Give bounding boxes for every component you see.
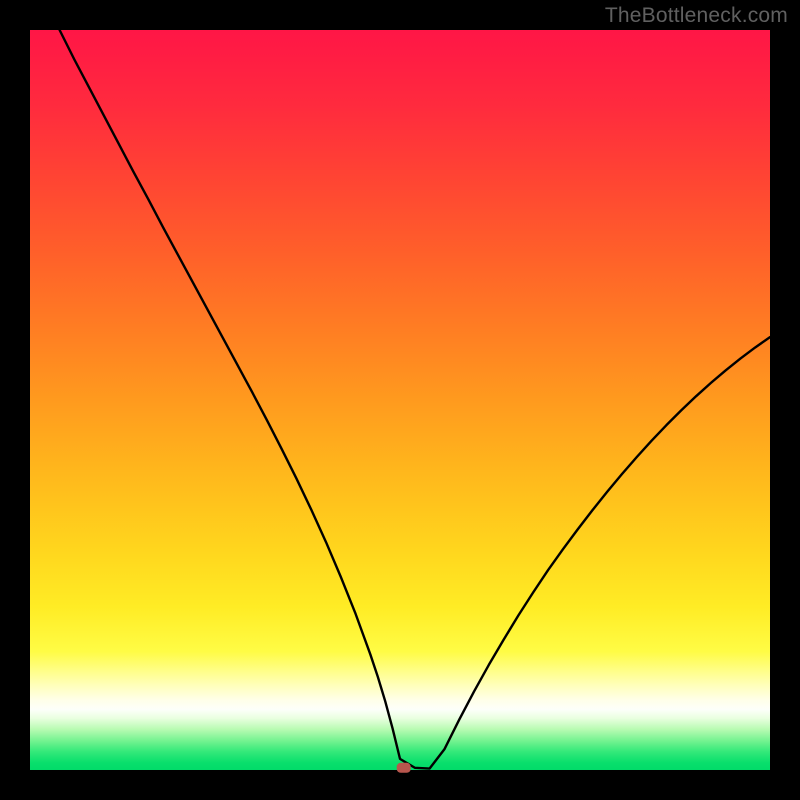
optimal-point-marker xyxy=(397,763,411,773)
plot-gradient-background xyxy=(30,30,770,770)
chart-container: TheBottleneck.com xyxy=(0,0,800,800)
watermark-text: TheBottleneck.com xyxy=(605,4,788,28)
bottleneck-curve-chart xyxy=(0,0,800,800)
